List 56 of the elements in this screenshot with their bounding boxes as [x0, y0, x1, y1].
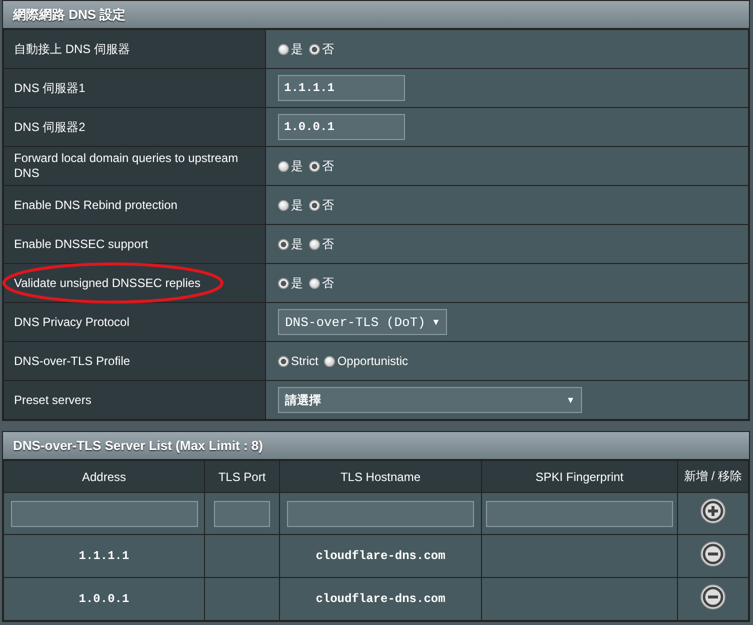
radio-label: 否: [322, 158, 334, 174]
setting-label: DNS 伺服器1: [14, 80, 86, 94]
radio-button[interactable]: [309, 278, 320, 288]
radio-label: 否: [322, 274, 334, 292]
radio-button[interactable]: [324, 356, 336, 366]
radio-label: 是: [291, 196, 303, 214]
input-field[interactable]: 1.1.1.1: [278, 75, 405, 101]
radio-label: 否: [322, 40, 334, 58]
setting-label: 自動接上 DNS 伺服器: [14, 42, 130, 56]
radio-button[interactable]: [278, 356, 289, 366]
column-header: 新增 / 移除: [684, 469, 742, 483]
radio-label: 否: [322, 196, 334, 214]
radio-button[interactable]: [309, 160, 320, 172]
radio-label: 否: [322, 236, 334, 252]
radio-button[interactable]: [309, 200, 320, 210]
column-header: Address: [82, 470, 126, 484]
add-icon[interactable]: [700, 498, 726, 524]
column-header: TLS Hostname: [340, 470, 421, 484]
radio-label: Opportunistic: [337, 354, 408, 368]
radio-button[interactable]: [278, 160, 289, 172]
setting-label: Validate unsigned DNSSEC replies: [14, 276, 201, 290]
input-field[interactable]: [214, 500, 270, 526]
setting-label: Enable DNSSEC support: [14, 236, 148, 250]
dropdown[interactable]: DNS-over-TLS (DoT) ▼: [278, 309, 448, 335]
table-cell: cloudflare-dns.com: [316, 592, 446, 606]
radio-label: Strict: [291, 354, 318, 368]
section-title: 網際網路 DNS 設定: [3, 1, 749, 29]
radio-button[interactable]: [278, 238, 289, 250]
remove-icon[interactable]: [700, 541, 726, 567]
column-header: SPKI Fingerprint: [535, 470, 624, 484]
section-title: DNS-over-TLS Server List (Max Limit : 8): [3, 432, 749, 460]
input-field[interactable]: [486, 500, 673, 526]
input-field[interactable]: [287, 500, 474, 526]
radio-button[interactable]: [278, 44, 289, 54]
radio-button[interactable]: [278, 278, 289, 288]
dropdown[interactable]: 請選擇 ▼: [278, 387, 582, 413]
input-field[interactable]: 1.0.0.1: [278, 114, 405, 140]
radio-label: 是: [291, 274, 303, 292]
setting-label: DNS-over-TLS Profile: [14, 354, 130, 368]
radio-button[interactable]: [278, 200, 289, 210]
setting-label: Forward local domain queries to upstream DNS: [14, 151, 238, 180]
table-cell: cloudflare-dns.com: [316, 549, 446, 563]
radio-button[interactable]: [309, 44, 320, 54]
radio-label: 是: [291, 158, 303, 174]
column-header: TLS Port: [218, 470, 266, 484]
radio-label: 是: [291, 236, 303, 252]
setting-label: DNS Privacy Protocol: [14, 314, 130, 328]
input-field[interactable]: [10, 500, 198, 526]
setting-label: Enable DNS Rebind protection: [14, 198, 178, 212]
remove-icon[interactable]: [700, 584, 726, 610]
radio-label: 是: [291, 40, 303, 58]
table-cell: 1.1.1.1: [78, 549, 130, 563]
setting-label: DNS 伺服器2: [14, 120, 86, 134]
setting-label: Preset servers: [14, 392, 92, 406]
radio-button[interactable]: [309, 238, 320, 250]
table-cell: 1.0.0.1: [78, 592, 130, 606]
